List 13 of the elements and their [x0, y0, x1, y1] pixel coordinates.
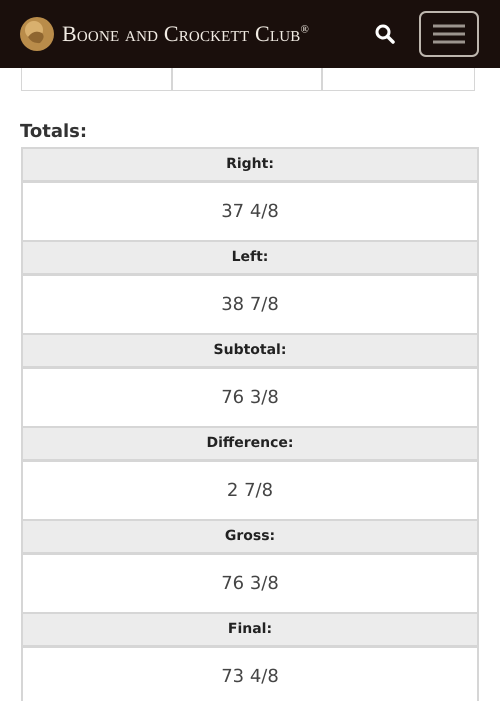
row-label: Right:: [23, 149, 477, 183]
section-heading: Totals:: [20, 121, 88, 142]
row-value: 73 4/8: [23, 648, 477, 701]
row-label: Gross:: [23, 521, 477, 555]
menu-button[interactable]: [419, 11, 479, 57]
menu-icon: [433, 24, 465, 44]
search-icon[interactable]: [375, 24, 395, 44]
row-label: Left:: [23, 242, 477, 276]
site-title[interactable]: Boone and Crockett Club$^{®}$: [62, 21, 310, 47]
medallion-logo-icon[interactable]: [20, 17, 54, 51]
row-label: Subtotal:: [23, 335, 477, 369]
row-label: Final:: [23, 614, 477, 648]
row-label: Difference:: [23, 428, 477, 462]
